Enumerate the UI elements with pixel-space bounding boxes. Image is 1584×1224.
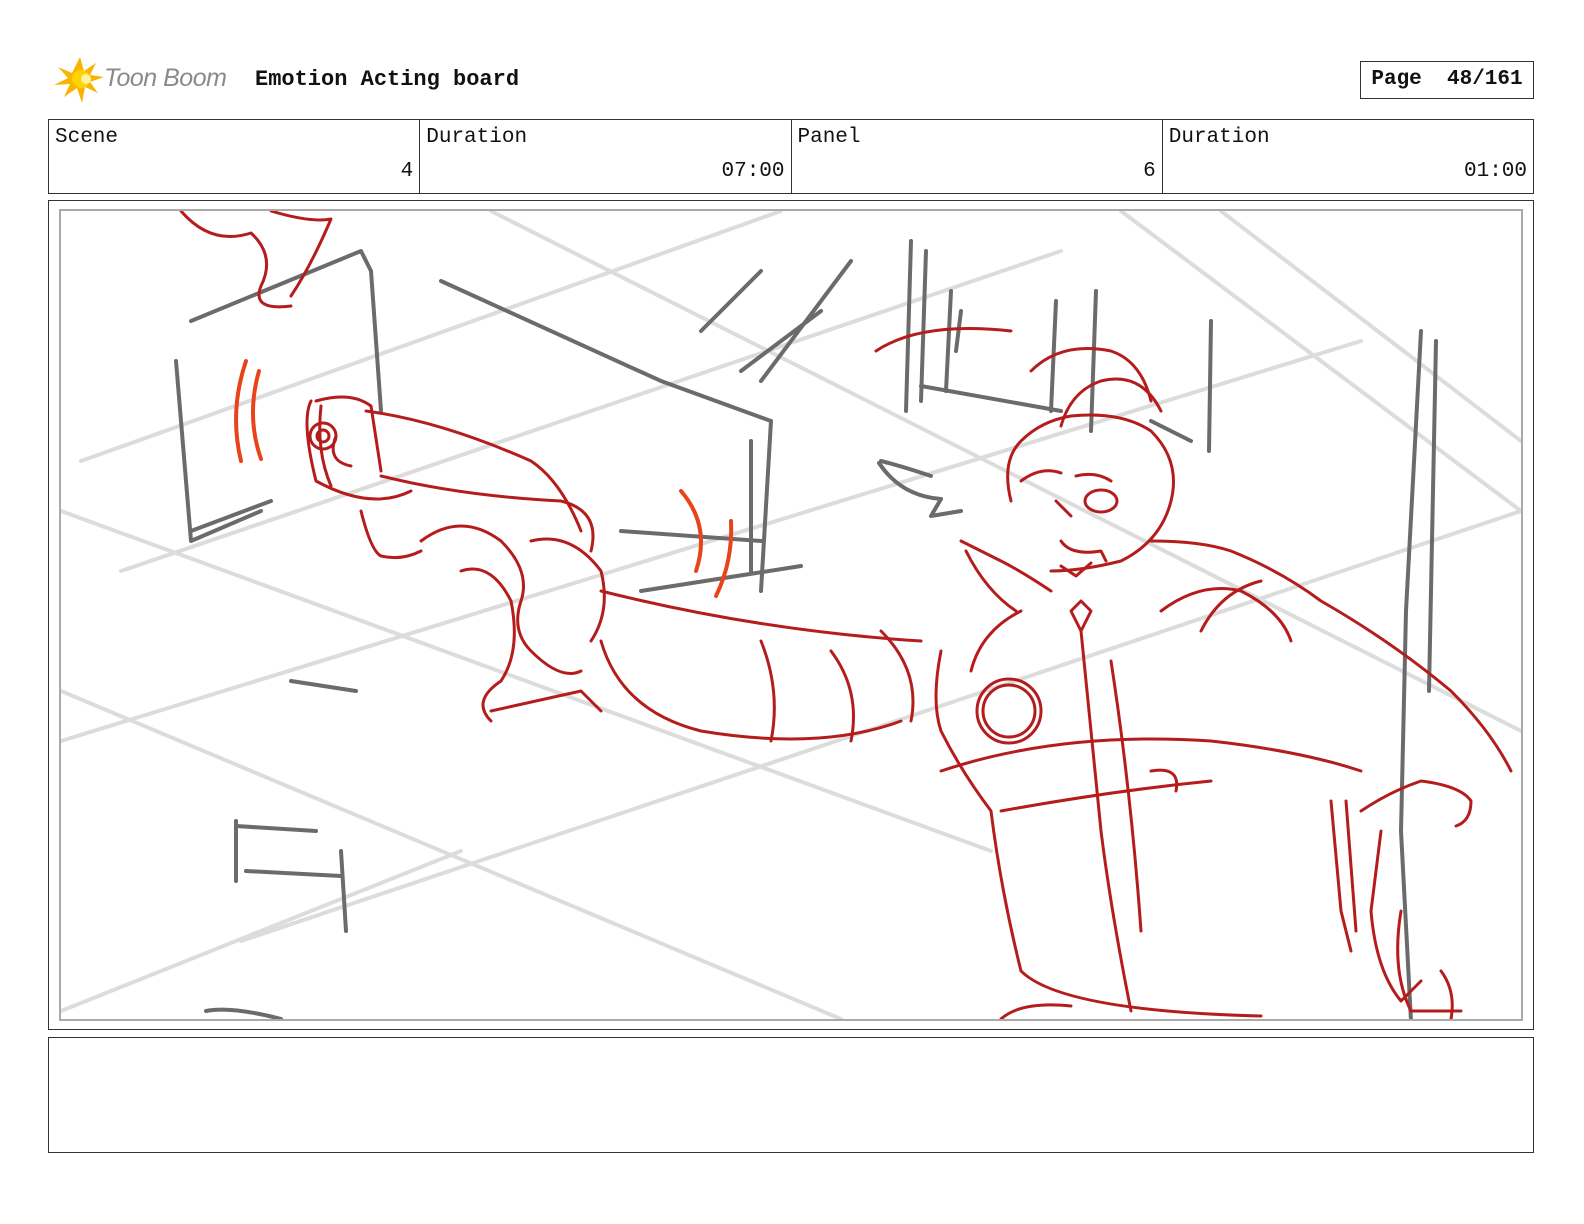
notes-box <box>48 1037 1534 1153</box>
motion-accents <box>234 359 734 598</box>
scene-duration-cell: Duration 07:00 <box>420 120 792 193</box>
page-indicator: Page 48/161 <box>1360 61 1534 99</box>
panel-duration-value: 01:00 <box>1463 160 1527 183</box>
panel-label: Panel <box>797 126 861 149</box>
page-label: Page <box>1371 68 1422 91</box>
panel-value: 6 <box>1143 160 1156 183</box>
panel-info-table: Scene 4 Duration 07:00 Panel 6 Duration … <box>48 119 1534 194</box>
storyboard-panel <box>48 200 1534 1030</box>
scene-label: Scene <box>55 126 119 149</box>
panel-cell: Panel 6 <box>792 120 1163 193</box>
panel-duration-cell: Duration 01:00 <box>1163 120 1533 193</box>
scene-duration-label: Duration <box>426 126 528 149</box>
scene-duration-value: 07:00 <box>721 160 785 183</box>
toon-boom-logo: Toon Boom <box>50 55 240 105</box>
panel-image-area <box>59 209 1523 1021</box>
logo-text: Toon Boom <box>104 64 227 92</box>
scene-value: 4 <box>400 160 414 183</box>
document-title: Emotion Acting board <box>255 67 520 92</box>
panel-duration-label: Duration <box>1168 126 1270 149</box>
sun-burst-icon <box>54 57 104 103</box>
sketch-drawing <box>61 211 1521 1019</box>
page-header: Toon Boom Emotion Acting board Page 48/1… <box>50 55 1534 105</box>
page-number: 48/161 <box>1447 68 1523 91</box>
scene-cell: Scene 4 <box>49 120 421 193</box>
character-rough <box>179 211 1513 1019</box>
